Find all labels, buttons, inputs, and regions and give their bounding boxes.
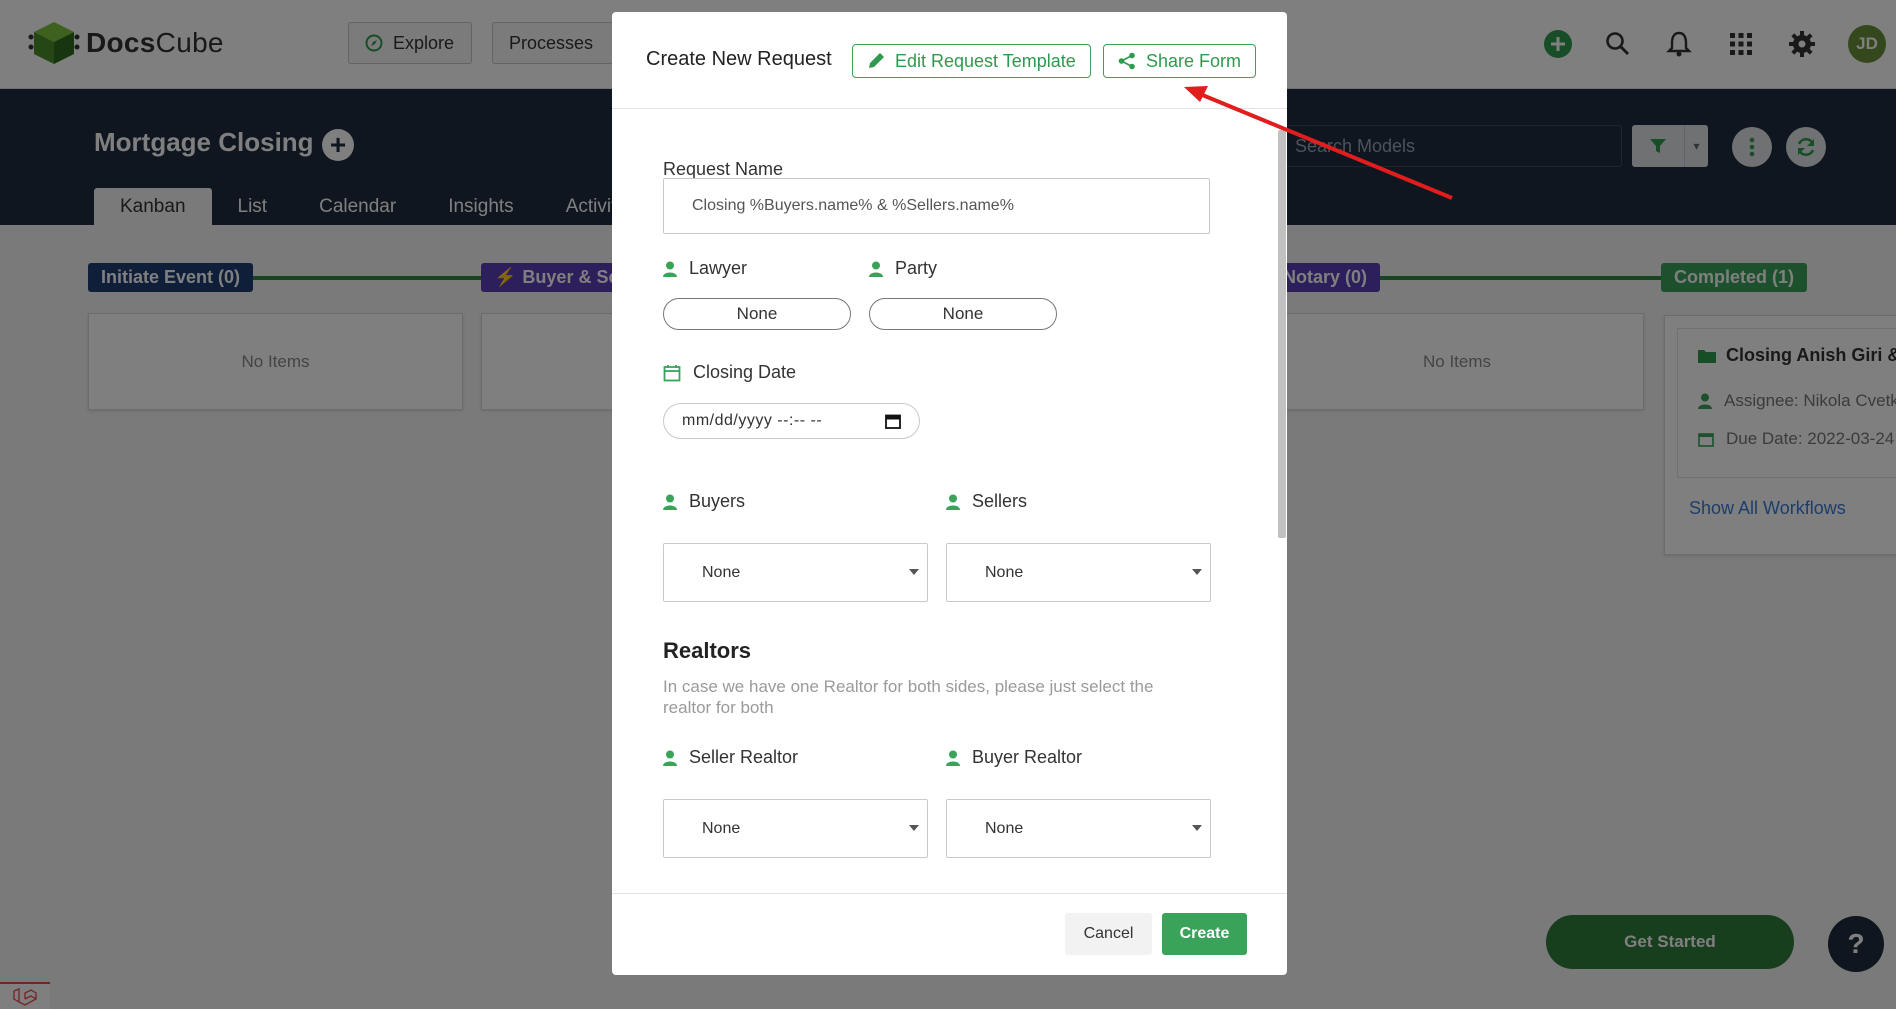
- calendar-picker-icon[interactable]: [885, 413, 901, 429]
- create-button[interactable]: Create: [1162, 913, 1247, 955]
- realtors-heading: Realtors: [663, 638, 752, 663]
- edit-request-template-button[interactable]: Edit Request Template: [852, 44, 1091, 78]
- share-icon: [1118, 52, 1135, 70]
- modal-title: Create New Request: [646, 48, 832, 70]
- user-icon: [663, 750, 677, 766]
- buyers-label: Buyers: [663, 491, 745, 512]
- user-icon: [869, 261, 883, 277]
- party-select[interactable]: None: [869, 298, 1057, 330]
- cancel-button[interactable]: Cancel: [1065, 913, 1152, 955]
- lawyer-label: Lawyer: [663, 258, 747, 279]
- pencil-icon: [869, 53, 884, 68]
- closing-date-input[interactable]: mm/dd/yyyy --:-- --: [663, 403, 920, 439]
- caret-down-icon: [1192, 569, 1202, 575]
- user-icon: [663, 261, 677, 277]
- seller-realtor-label: Seller Realtor: [663, 747, 798, 768]
- modal-header: Create New Request Edit Request Template…: [612, 12, 1287, 109]
- buyers-select[interactable]: None: [663, 543, 928, 602]
- modal-footer: Cancel Create: [612, 893, 1287, 975]
- caret-down-icon: [909, 569, 919, 575]
- sellers-select[interactable]: None: [946, 543, 1211, 602]
- user-icon: [663, 494, 677, 510]
- buyer-realtor-select[interactable]: None: [946, 799, 1211, 858]
- modal-scrollbar[interactable]: [1278, 130, 1286, 538]
- calendar-icon: [663, 364, 681, 381]
- request-name-label: Request Name: [663, 159, 784, 179]
- create-request-modal: Create New Request Edit Request Template…: [612, 12, 1287, 975]
- seller-realtor-select[interactable]: None: [663, 799, 928, 858]
- buyer-realtor-label: Buyer Realtor: [946, 747, 1082, 768]
- party-label: Party: [869, 258, 937, 279]
- modal-body: Request Name Closing %Buyers.name% & %Se…: [612, 110, 1287, 893]
- caret-down-icon: [909, 825, 919, 831]
- lawyer-select[interactable]: None: [663, 298, 851, 330]
- caret-down-icon: [1192, 825, 1202, 831]
- user-icon: [946, 494, 960, 510]
- closing-date-label: Closing Date: [663, 362, 796, 383]
- request-name-input[interactable]: Closing %Buyers.name% & %Sellers.name%: [663, 178, 1210, 234]
- realtors-description: In case we have one Realtor for both sid…: [663, 677, 1154, 717]
- share-form-button[interactable]: Share Form: [1103, 44, 1257, 78]
- sellers-label: Sellers: [946, 491, 1027, 512]
- user-icon: [946, 750, 960, 766]
